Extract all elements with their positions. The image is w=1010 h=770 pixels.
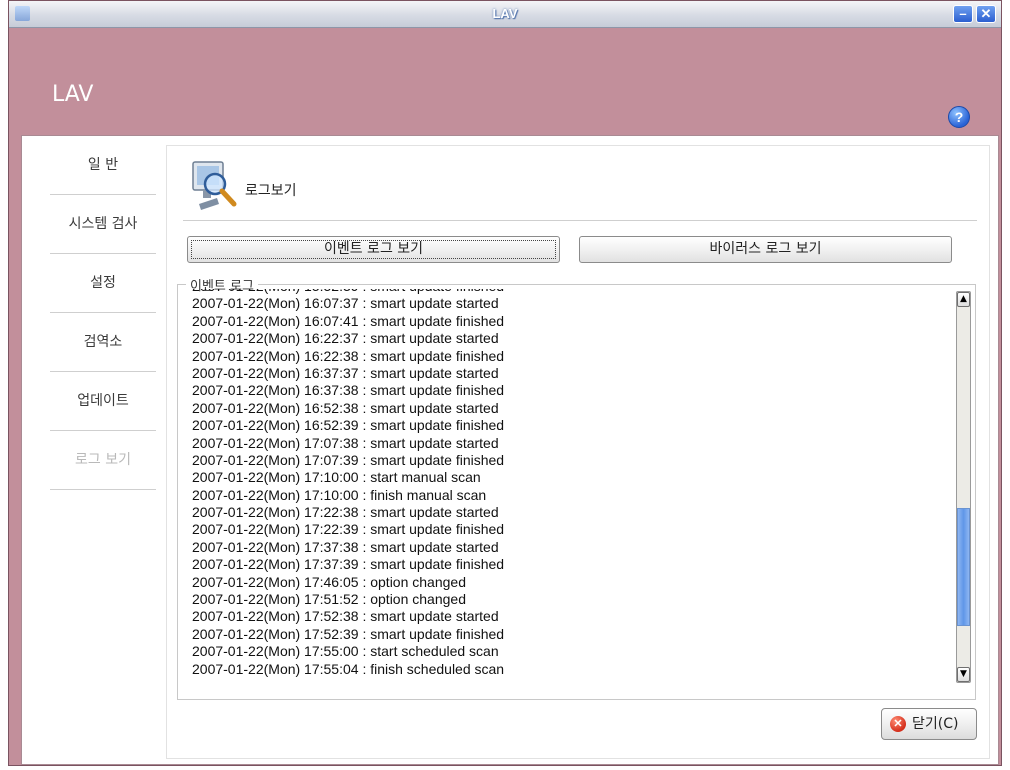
log-line: 2007-01-22(Mon) 17:37:38 : smart update … xyxy=(192,538,499,555)
log-line: 2007-01-22(Mon) 17:52:39 : smart update … xyxy=(192,625,505,642)
scroll-down-icon[interactable]: ▼ xyxy=(957,667,970,682)
close-button[interactable]: ✕ 닫기(C) xyxy=(881,708,977,740)
sidebar-item-log-view[interactable]: 로그 보기 xyxy=(50,431,156,490)
log-lines: 2007-01-22(Mon) 15:52:39 : smart update … xyxy=(180,289,504,678)
log-line: 2007-01-22(Mon) 17:10:00 : finish manual… xyxy=(192,486,487,503)
sidebar-item-system-scan[interactable]: 시스템 검사 xyxy=(50,195,156,254)
log-line: 2007-01-22(Mon) 16:07:41 : smart update … xyxy=(192,312,505,329)
sidebar-item-settings[interactable]: 설정 xyxy=(50,254,156,313)
window-title: LAV xyxy=(492,6,518,21)
log-line: 2007-01-22(Mon) 17:51:52 : option change… xyxy=(192,591,466,608)
log-line: 2007-01-22(Mon) 17:55:00 : start schedul… xyxy=(192,643,499,660)
help-icon[interactable]: ? xyxy=(948,106,970,128)
title-bar[interactable]: LAV – ✕ xyxy=(9,1,1001,28)
log-line: 2007-01-22(Mon) 17:55:04 : finish schedu… xyxy=(192,660,505,677)
window-close-button[interactable]: ✕ xyxy=(976,5,996,23)
log-line: 2007-01-22(Mon) 17:10:00 : start manual … xyxy=(192,469,481,486)
log-line: 2007-01-22(Mon) 16:37:37 : smart update … xyxy=(192,364,499,381)
log-line: 2007-01-22(Mon) 16:52:38 : smart update … xyxy=(192,399,499,416)
close-x-icon: ✕ xyxy=(890,716,906,732)
log-line: 2007-01-22(Mon) 17:37:39 : smart update … xyxy=(192,556,505,573)
log-line: 2007-01-22(Mon) 17:22:39 : smart update … xyxy=(192,521,505,538)
header-band: LAV ? xyxy=(9,28,1001,136)
app-name: LAV xyxy=(52,82,94,107)
scroll-thumb[interactable] xyxy=(957,508,970,626)
minimize-button[interactable]: – xyxy=(953,5,973,23)
log-line: 2007-01-22(Mon) 16:22:37 : smart update … xyxy=(192,330,499,347)
log-line: 2007-01-22(Mon) 17:22:38 : smart update … xyxy=(192,504,499,521)
log-line: 2007-01-22(Mon) 17:46:05 : option change… xyxy=(192,573,466,590)
magnifier-monitor-icon xyxy=(192,161,237,210)
log-scrollbar[interactable]: ▲ ▼ xyxy=(956,291,971,683)
sidebar: 일 반 시스템 검사 설정 검역소 업데이트 로그 보기 xyxy=(22,136,168,764)
sidebar-item-quarantine[interactable]: 검역소 xyxy=(50,313,156,372)
log-line: 2007-01-22(Mon) 17:52:38 : smart update … xyxy=(192,608,499,625)
event-log-list[interactable]: 2007-01-22(Mon) 15:52:39 : smart update … xyxy=(180,289,950,683)
log-line: 2007-01-22(Mon) 17:07:38 : smart update … xyxy=(192,434,499,451)
log-line: 2007-01-22(Mon) 16:22:38 : smart update … xyxy=(192,347,505,364)
log-line: 2007-01-22(Mon) 17:07:39 : smart update … xyxy=(192,451,505,468)
virus-log-button[interactable]: 바이러스 로그 보기 xyxy=(579,236,952,263)
log-line: 2007-01-22(Mon) 16:07:37 : smart update … xyxy=(192,295,499,312)
client-area: 일 반 시스템 검사 설정 검역소 업데이트 로그 보기 로그보기 이벤트 로그… xyxy=(21,135,999,765)
log-view-panel: 로그보기 이벤트 로그 보기 바이러스 로그 보기 이벤트 로그 2007-01… xyxy=(166,145,990,759)
sidebar-item-update[interactable]: 업데이트 xyxy=(50,372,156,431)
scroll-up-icon[interactable]: ▲ xyxy=(957,292,970,307)
log-line: 2007-01-22(Mon) 16:37:38 : smart update … xyxy=(192,382,505,399)
event-log-button[interactable]: 이벤트 로그 보기 xyxy=(187,236,560,263)
sidebar-item-general[interactable]: 일 반 xyxy=(50,136,156,195)
close-button-label: 닫기(C) xyxy=(912,716,959,732)
app-window: LAV – ✕ LAV ? 일 반 시스템 검사 설정 검역소 업데이트 로그 … xyxy=(8,0,1002,766)
section-divider xyxy=(183,220,977,221)
section-title: 로그보기 xyxy=(245,183,297,199)
event-log-group: 이벤트 로그 2007-01-22(Mon) 15:52:39 : smart … xyxy=(177,275,976,700)
log-line: 2007-01-22(Mon) 16:52:39 : smart update … xyxy=(192,417,505,434)
